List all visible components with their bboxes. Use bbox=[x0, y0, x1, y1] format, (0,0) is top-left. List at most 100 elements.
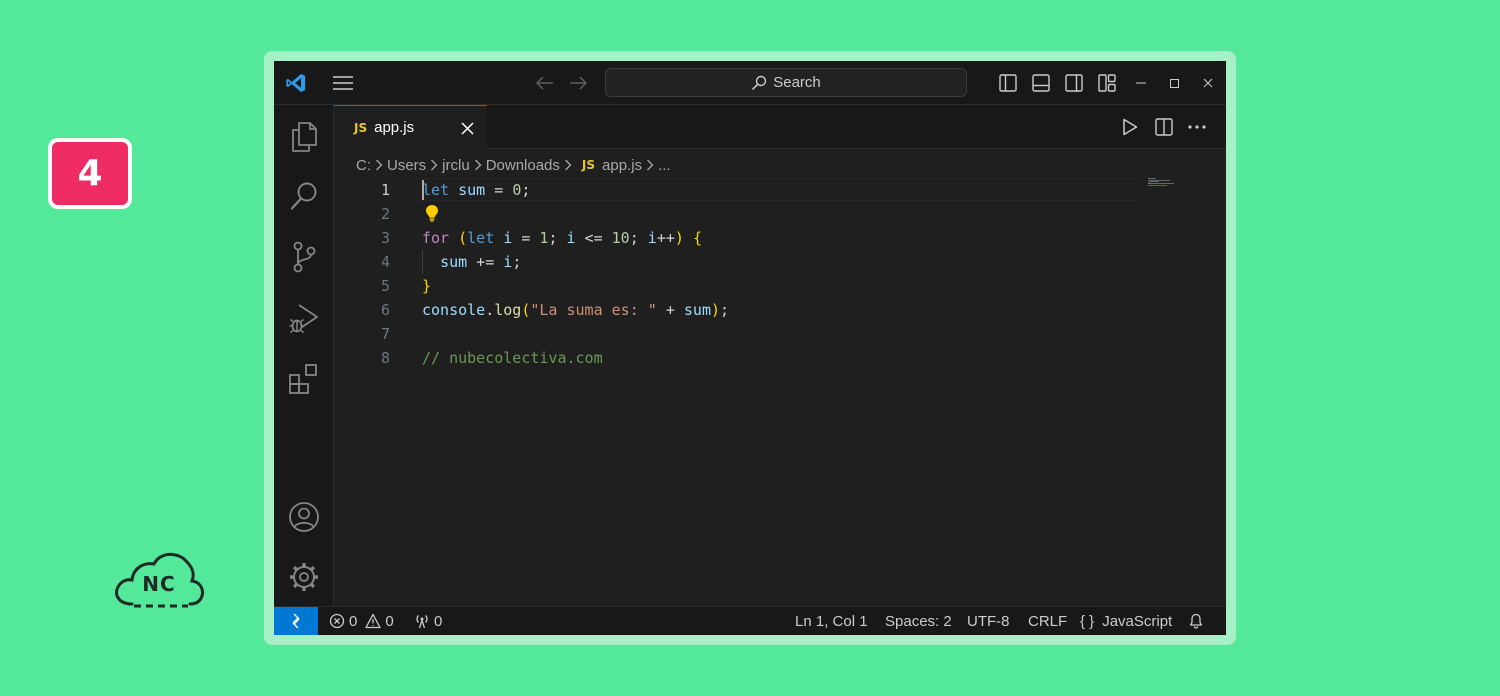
code-editor[interactable]: 1 let sum = 0; 2 3 for (let i = 1; i <= 10; … bbox=[334, 178, 1226, 606]
code-token: sum bbox=[683, 301, 711, 319]
more-actions-icon[interactable] bbox=[1185, 115, 1209, 139]
breadcrumb-item[interactable]: Downloads bbox=[486, 157, 560, 174]
editor-tabs: JS app.js bbox=[334, 105, 1226, 149]
logo-text: NC bbox=[142, 572, 176, 596]
code-token: += bbox=[467, 253, 504, 271]
ports-indicator[interactable]: 0 bbox=[414, 607, 442, 635]
code-token: sum bbox=[458, 181, 486, 199]
toggle-panel-icon[interactable] bbox=[1030, 73, 1052, 93]
code-token: ( bbox=[458, 229, 468, 247]
code-line[interactable]: 1 let sum = 0; bbox=[334, 178, 1226, 202]
language-mode[interactable]: { } JavaScript bbox=[1080, 607, 1172, 635]
code-token: ) bbox=[711, 301, 721, 319]
forward-arrow-icon[interactable] bbox=[567, 73, 589, 93]
code-token: i bbox=[503, 253, 513, 271]
code-token: i bbox=[647, 229, 657, 247]
js-file-icon: JS bbox=[354, 120, 368, 135]
vscode-logo-icon bbox=[282, 71, 310, 95]
remote-icon bbox=[292, 613, 300, 629]
code-token: ++ bbox=[656, 229, 675, 247]
notifications-bell-icon[interactable] bbox=[1188, 607, 1208, 635]
indentation[interactable]: Spaces: 2 bbox=[885, 607, 952, 635]
code-token: ; bbox=[629, 229, 648, 247]
breadcrumb: C: Users jrclu Downloads JS app.js ... bbox=[356, 155, 671, 175]
breadcrumb-item[interactable]: jrclu bbox=[442, 157, 470, 174]
breadcrumb-file[interactable]: app.js bbox=[602, 157, 642, 174]
broadcast-icon bbox=[416, 615, 428, 629]
line-number: 4 bbox=[380, 253, 390, 271]
end-of-line[interactable]: CRLF bbox=[1028, 607, 1067, 635]
code-token: let bbox=[467, 229, 495, 247]
hamburger-menu-icon[interactable] bbox=[330, 73, 356, 93]
extensions-icon[interactable] bbox=[274, 355, 334, 403]
search-label: Search bbox=[773, 74, 821, 91]
problems-indicator[interactable]: 0 0 bbox=[329, 607, 394, 635]
code-token: sum bbox=[440, 253, 468, 271]
braces-icon: { } bbox=[1080, 612, 1095, 630]
code-line[interactable]: 7 bbox=[334, 322, 1226, 346]
command-center-search[interactable]: Search bbox=[605, 68, 967, 97]
customize-layout-icon[interactable] bbox=[1096, 73, 1118, 93]
line-source: } bbox=[422, 274, 431, 298]
maximize-icon[interactable] bbox=[1165, 73, 1183, 93]
run-debug-icon[interactable] bbox=[274, 294, 334, 342]
ports-count: 0 bbox=[434, 612, 443, 630]
code-token: . bbox=[485, 301, 495, 319]
code-line[interactable]: 5} bbox=[334, 274, 1226, 298]
code-token: <= bbox=[575, 229, 612, 247]
code-line[interactable]: 8 // nubecolectiva.com bbox=[334, 346, 1226, 370]
warning-count: 0 bbox=[385, 612, 394, 630]
toggle-secondary-sidebar-icon[interactable] bbox=[1063, 73, 1085, 93]
line-source: console.log("La suma es: " + sum); bbox=[422, 298, 729, 322]
encoding[interactable]: UTF-8 bbox=[967, 607, 1010, 635]
breadcrumb-item[interactable]: C: bbox=[356, 157, 371, 174]
search-icon[interactable] bbox=[274, 172, 334, 220]
title-bar: Search bbox=[274, 61, 1226, 105]
code-token: i bbox=[566, 229, 576, 247]
back-arrow-icon[interactable] bbox=[534, 73, 556, 93]
tab-app-js[interactable]: JS app.js bbox=[334, 105, 487, 149]
line-number: 7 bbox=[380, 325, 390, 343]
accounts-icon[interactable] bbox=[274, 493, 334, 541]
code-token: log bbox=[494, 301, 522, 319]
line-source: for (let i = 1; i <= 10; i++) { bbox=[422, 226, 702, 250]
error-icon bbox=[329, 613, 345, 629]
error-count: 0 bbox=[349, 612, 358, 630]
breadcrumb-item[interactable]: Users bbox=[387, 157, 426, 174]
split-editor-icon[interactable] bbox=[1152, 115, 1176, 139]
warning-icon bbox=[365, 613, 381, 629]
line-number: 5 bbox=[380, 277, 390, 295]
code-token: + bbox=[656, 301, 684, 319]
line-source: // nubecolectiva.com bbox=[422, 346, 603, 370]
explorer-icon[interactable] bbox=[274, 113, 334, 161]
line-number: 3 bbox=[380, 229, 390, 247]
lightbulb-icon[interactable] bbox=[425, 204, 439, 227]
code-token: let bbox=[422, 181, 450, 199]
minimize-icon[interactable] bbox=[1132, 73, 1150, 93]
activity-bar bbox=[274, 105, 334, 606]
manage-gear-icon[interactable] bbox=[274, 553, 334, 601]
code-token: 10 bbox=[611, 229, 630, 247]
code-line[interactable]: 6 console.log("La suma es: " + sum); bbox=[334, 298, 1226, 322]
chevron-right-icon bbox=[474, 159, 482, 171]
code-token: ; bbox=[512, 253, 522, 271]
code-token: "La suma es: " bbox=[530, 301, 657, 319]
close-window-icon[interactable] bbox=[1199, 73, 1217, 93]
code-line[interactable]: 2 bbox=[334, 202, 1226, 226]
source-control-icon[interactable] bbox=[274, 233, 334, 281]
code-token: ; bbox=[521, 181, 531, 199]
toggle-primary-sidebar-icon[interactable] bbox=[997, 73, 1019, 93]
vscode-window: Search JS app.js C: Users jrclu Download… bbox=[274, 61, 1226, 635]
tab-close-icon[interactable] bbox=[458, 119, 476, 137]
code-line[interactable]: 3 for (let i = 1; i <= 10; i++) { bbox=[334, 226, 1226, 250]
cursor-position[interactable]: Ln 1, Col 1 bbox=[795, 607, 868, 635]
code-line[interactable]: 4 sum += i; bbox=[334, 250, 1226, 274]
remote-indicator[interactable] bbox=[274, 607, 318, 635]
breadcrumb-more[interactable]: ... bbox=[658, 157, 671, 174]
run-file-icon[interactable] bbox=[1118, 115, 1142, 139]
code-token: 0 bbox=[512, 181, 522, 199]
